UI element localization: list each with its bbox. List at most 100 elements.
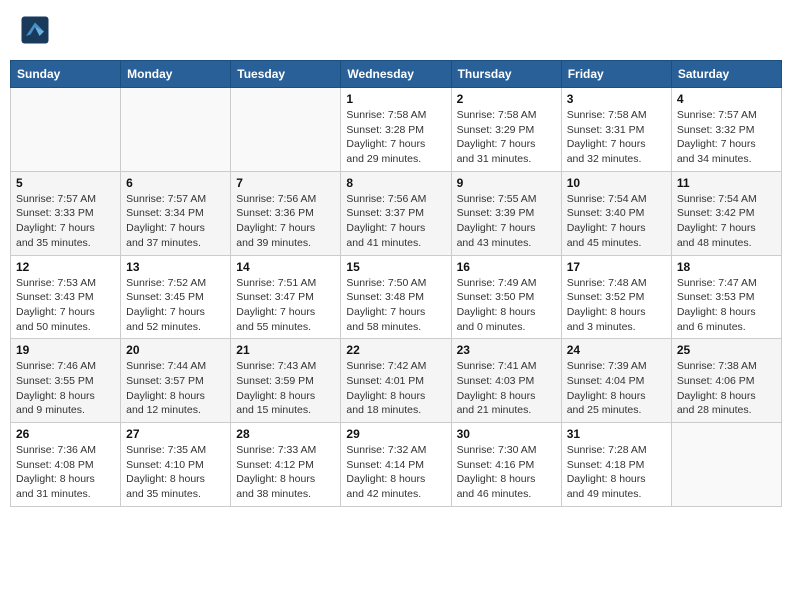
day-number: 24	[567, 343, 666, 357]
day-info: Sunrise: 7:54 AM Sunset: 3:42 PM Dayligh…	[677, 192, 776, 251]
weekday-header-tuesday: Tuesday	[231, 61, 341, 88]
calendar-cell: 7 Sunrise: 7:56 AM Sunset: 3:36 PM Daylig…	[231, 171, 341, 255]
weekday-header-saturday: Saturday	[671, 61, 781, 88]
calendar-week-5: 26 Sunrise: 7:36 AM Sunset: 4:08 PM Dayli…	[11, 423, 782, 507]
calendar-cell: 3 Sunrise: 7:58 AM Sunset: 3:31 PM Daylig…	[561, 88, 671, 172]
calendar-cell: 23 Sunrise: 7:41 AM Sunset: 4:03 PM Dayli…	[451, 339, 561, 423]
calendar-cell: 27 Sunrise: 7:35 AM Sunset: 4:10 PM Dayli…	[121, 423, 231, 507]
day-number: 17	[567, 260, 666, 274]
day-info: Sunrise: 7:30 AM Sunset: 4:16 PM Dayligh…	[457, 443, 556, 502]
day-info: Sunrise: 7:33 AM Sunset: 4:12 PM Dayligh…	[236, 443, 335, 502]
day-info: Sunrise: 7:58 AM Sunset: 3:29 PM Dayligh…	[457, 108, 556, 167]
day-number: 30	[457, 427, 556, 441]
day-info: Sunrise: 7:35 AM Sunset: 4:10 PM Dayligh…	[126, 443, 225, 502]
calendar-week-2: 5 Sunrise: 7:57 AM Sunset: 3:33 PM Daylig…	[11, 171, 782, 255]
day-info: Sunrise: 7:46 AM Sunset: 3:55 PM Dayligh…	[16, 359, 115, 418]
day-number: 22	[346, 343, 445, 357]
day-info: Sunrise: 7:42 AM Sunset: 4:01 PM Dayligh…	[346, 359, 445, 418]
day-number: 1	[346, 92, 445, 106]
day-info: Sunrise: 7:58 AM Sunset: 3:31 PM Dayligh…	[567, 108, 666, 167]
calendar-cell	[121, 88, 231, 172]
day-info: Sunrise: 7:50 AM Sunset: 3:48 PM Dayligh…	[346, 276, 445, 335]
day-info: Sunrise: 7:41 AM Sunset: 4:03 PM Dayligh…	[457, 359, 556, 418]
day-number: 7	[236, 176, 335, 190]
day-number: 29	[346, 427, 445, 441]
weekday-header-sunday: Sunday	[11, 61, 121, 88]
day-info: Sunrise: 7:51 AM Sunset: 3:47 PM Dayligh…	[236, 276, 335, 335]
calendar-cell: 11 Sunrise: 7:54 AM Sunset: 3:42 PM Dayli…	[671, 171, 781, 255]
day-number: 13	[126, 260, 225, 274]
day-number: 14	[236, 260, 335, 274]
day-number: 8	[346, 176, 445, 190]
calendar-cell: 16Sunrise: 7:49 AM Sunset: 3:50 PM Dayli…	[451, 255, 561, 339]
page-header	[10, 10, 782, 50]
calendar-cell: 12 Sunrise: 7:53 AM Sunset: 3:43 PM Dayli…	[11, 255, 121, 339]
calendar-cell: 15 Sunrise: 7:50 AM Sunset: 3:48 PM Dayli…	[341, 255, 451, 339]
calendar-cell: 29 Sunrise: 7:32 AM Sunset: 4:14 PM Dayli…	[341, 423, 451, 507]
calendar-cell: 5 Sunrise: 7:57 AM Sunset: 3:33 PM Daylig…	[11, 171, 121, 255]
day-number: 28	[236, 427, 335, 441]
calendar-cell	[671, 423, 781, 507]
day-number: 25	[677, 343, 776, 357]
weekday-header-monday: Monday	[121, 61, 231, 88]
day-number: 21	[236, 343, 335, 357]
day-number: 15	[346, 260, 445, 274]
calendar-header-row: SundayMondayTuesdayWednesdayThursdayFrid…	[11, 61, 782, 88]
calendar-week-3: 12 Sunrise: 7:53 AM Sunset: 3:43 PM Dayli…	[11, 255, 782, 339]
day-info: Sunrise: 7:53 AM Sunset: 3:43 PM Dayligh…	[16, 276, 115, 335]
weekday-header-friday: Friday	[561, 61, 671, 88]
day-number: 19	[16, 343, 115, 357]
day-info: Sunrise: 7:57 AM Sunset: 3:32 PM Dayligh…	[677, 108, 776, 167]
calendar-cell: 22 Sunrise: 7:42 AM Sunset: 4:01 PM Dayli…	[341, 339, 451, 423]
day-number: 18	[677, 260, 776, 274]
day-number: 23	[457, 343, 556, 357]
weekday-header-thursday: Thursday	[451, 61, 561, 88]
day-info: Sunrise: 7:32 AM Sunset: 4:14 PM Dayligh…	[346, 443, 445, 502]
calendar-cell: 1Sunrise: 7:58 AM Sunset: 3:28 PM Daylig…	[341, 88, 451, 172]
day-info: Sunrise: 7:54 AM Sunset: 3:40 PM Dayligh…	[567, 192, 666, 251]
day-info: Sunrise: 7:44 AM Sunset: 3:57 PM Dayligh…	[126, 359, 225, 418]
day-info: Sunrise: 7:47 AM Sunset: 3:53 PM Dayligh…	[677, 276, 776, 335]
calendar-cell: 14 Sunrise: 7:51 AM Sunset: 3:47 PM Dayli…	[231, 255, 341, 339]
calendar-cell	[231, 88, 341, 172]
day-number: 4	[677, 92, 776, 106]
calendar-cell: 21Sunrise: 7:43 AM Sunset: 3:59 PM Dayli…	[231, 339, 341, 423]
calendar-cell: 9Sunrise: 7:55 AM Sunset: 3:39 PM Daylig…	[451, 171, 561, 255]
logo-icon	[20, 15, 50, 45]
day-number: 5	[16, 176, 115, 190]
day-number: 10	[567, 176, 666, 190]
day-number: 11	[677, 176, 776, 190]
calendar-cell: 30 Sunrise: 7:30 AM Sunset: 4:16 PM Dayli…	[451, 423, 561, 507]
day-number: 27	[126, 427, 225, 441]
calendar-cell: 17 Sunrise: 7:48 AM Sunset: 3:52 PM Dayli…	[561, 255, 671, 339]
day-number: 12	[16, 260, 115, 274]
calendar-cell: 18 Sunrise: 7:47 AM Sunset: 3:53 PM Dayli…	[671, 255, 781, 339]
calendar-week-4: 19 Sunrise: 7:46 AM Sunset: 3:55 PM Dayli…	[11, 339, 782, 423]
calendar-cell: 6 Sunrise: 7:57 AM Sunset: 3:34 PM Daylig…	[121, 171, 231, 255]
day-info: Sunrise: 7:49 AM Sunset: 3:50 PM Dayligh…	[457, 276, 556, 335]
day-info: Sunrise: 7:57 AM Sunset: 3:33 PM Dayligh…	[16, 192, 115, 251]
day-number: 26	[16, 427, 115, 441]
day-number: 2	[457, 92, 556, 106]
day-info: Sunrise: 7:56 AM Sunset: 3:37 PM Dayligh…	[346, 192, 445, 251]
calendar-cell: 24 Sunrise: 7:39 AM Sunset: 4:04 PM Dayli…	[561, 339, 671, 423]
calendar-cell: 10 Sunrise: 7:54 AM Sunset: 3:40 PM Dayli…	[561, 171, 671, 255]
calendar-cell: 8 Sunrise: 7:56 AM Sunset: 3:37 PM Daylig…	[341, 171, 451, 255]
day-info: Sunrise: 7:55 AM Sunset: 3:39 PM Dayligh…	[457, 192, 556, 251]
calendar-table: SundayMondayTuesdayWednesdayThursdayFrid…	[10, 60, 782, 507]
calendar-cell: 20 Sunrise: 7:44 AM Sunset: 3:57 PM Dayli…	[121, 339, 231, 423]
day-info: Sunrise: 7:48 AM Sunset: 3:52 PM Dayligh…	[567, 276, 666, 335]
day-info: Sunrise: 7:38 AM Sunset: 4:06 PM Dayligh…	[677, 359, 776, 418]
calendar-cell: 13 Sunrise: 7:52 AM Sunset: 3:45 PM Dayli…	[121, 255, 231, 339]
day-info: Sunrise: 7:57 AM Sunset: 3:34 PM Dayligh…	[126, 192, 225, 251]
calendar-cell: 31Sunrise: 7:28 AM Sunset: 4:18 PM Dayli…	[561, 423, 671, 507]
day-number: 3	[567, 92, 666, 106]
day-number: 20	[126, 343, 225, 357]
calendar-cell: 2 Sunrise: 7:58 AM Sunset: 3:29 PM Daylig…	[451, 88, 561, 172]
day-info: Sunrise: 7:36 AM Sunset: 4:08 PM Dayligh…	[16, 443, 115, 502]
day-number: 6	[126, 176, 225, 190]
day-info: Sunrise: 7:56 AM Sunset: 3:36 PM Dayligh…	[236, 192, 335, 251]
calendar-cell: 26 Sunrise: 7:36 AM Sunset: 4:08 PM Dayli…	[11, 423, 121, 507]
day-info: Sunrise: 7:52 AM Sunset: 3:45 PM Dayligh…	[126, 276, 225, 335]
day-info: Sunrise: 7:39 AM Sunset: 4:04 PM Dayligh…	[567, 359, 666, 418]
